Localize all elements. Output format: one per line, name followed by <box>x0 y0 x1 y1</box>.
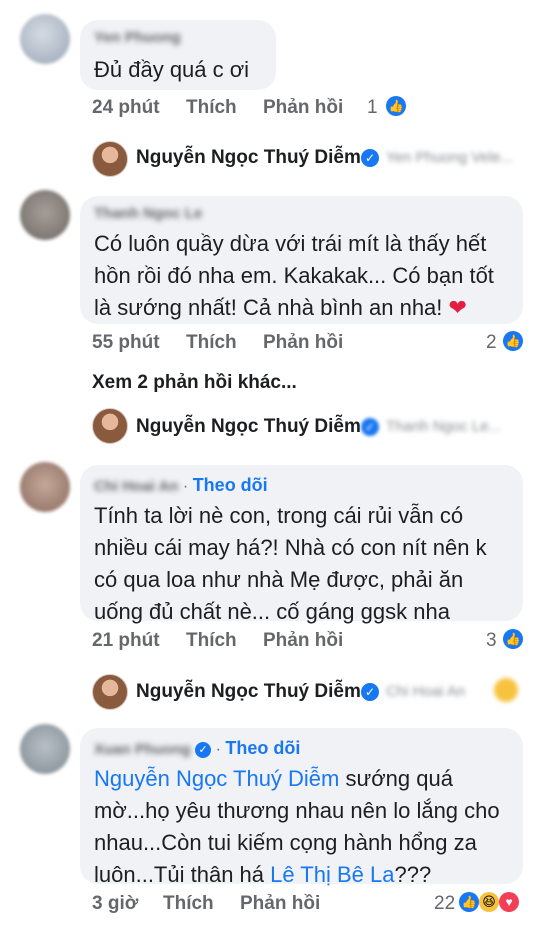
reply-button[interactable]: Phản hồi <box>263 630 343 652</box>
comment-text: Nguyễn Ngọc Thuý Diễm sướng quá mờ...họ … <box>94 766 500 887</box>
like-button[interactable]: Thích <box>186 332 237 354</box>
haha-reaction-icon: 😆 <box>479 892 499 912</box>
verified-badge-icon: ✓ <box>361 149 379 167</box>
reply-preview[interactable]: Chi Hoai An <box>386 683 465 700</box>
reply-button[interactable]: Phản hồi <box>263 332 343 354</box>
reaction-count[interactable]: 22 <box>434 893 455 915</box>
comment-bubble: Yen Phuong Đủ đầy quá c ơi <box>80 20 276 90</box>
mention-link[interactable]: Nguyễn Ngọc Thuý Diễm <box>94 766 339 791</box>
avatar[interactable] <box>92 674 128 710</box>
like-reaction-icon: 👍 <box>503 629 523 649</box>
reply-preview[interactable]: Thanh Ngoc Le... <box>386 418 501 435</box>
comment-text: Có luôn quầy dừa với trái mít là thấy hế… <box>94 231 494 320</box>
avatar[interactable] <box>20 462 70 512</box>
reaction-count[interactable]: 1 <box>367 97 378 119</box>
like-reaction-icon: 👍 <box>459 892 479 912</box>
like-reaction-icon: 👍 <box>386 96 406 116</box>
commenter-name[interactable]: Xuan Phuong <box>94 741 191 758</box>
reply-button[interactable]: Phản hồi <box>240 893 320 915</box>
mention-link[interactable]: Lê Thị Bê La <box>270 862 394 887</box>
comment-text: Đủ đầy quá c ơi <box>94 57 250 82</box>
follow-button[interactable]: Theo dõi <box>225 738 300 758</box>
love-reaction-icon: ♥ <box>499 892 519 912</box>
comment-time: 24 phút <box>92 97 160 118</box>
emoji-icon <box>494 678 518 702</box>
avatar[interactable] <box>92 141 128 177</box>
reply-preview[interactable]: Yen Phuong Vele... <box>386 149 513 166</box>
reply-author[interactable]: Nguyễn Ngọc Thuý Diễm <box>136 416 361 438</box>
like-button[interactable]: Thích <box>186 630 237 652</box>
reply-button[interactable]: Phản hồi <box>263 97 343 119</box>
avatar[interactable] <box>20 190 70 240</box>
comment-bubble: Xuan Phuong ✓ · Theo dõi Nguyễn Ngọc Thu… <box>80 728 523 887</box>
heart-emoji-icon: ❤ <box>448 295 467 320</box>
like-button[interactable]: Thích <box>186 97 237 119</box>
view-more-replies-link[interactable]: Xem 2 phản hồi khác... <box>92 372 297 394</box>
reply-author[interactable]: Nguyễn Ngọc Thuý Diễm <box>136 147 361 169</box>
comment-time: 55 phút <box>92 332 160 353</box>
avatar[interactable] <box>20 14 70 64</box>
commenter-name[interactable]: Yen Phuong <box>94 29 181 46</box>
like-reaction-icon: 👍 <box>503 331 523 351</box>
follow-button[interactable]: Theo dõi <box>193 475 268 495</box>
verified-badge-icon: ✓ <box>361 418 379 436</box>
commenter-name[interactable]: Thanh Ngoc Le <box>94 205 202 222</box>
reply-author[interactable]: Nguyễn Ngọc Thuý Diễm <box>136 681 361 703</box>
reaction-count[interactable]: 3 <box>486 630 497 652</box>
avatar[interactable] <box>92 408 128 444</box>
comment-bubble: Chi Hoai An · Theo dõi Tính ta lời nè co… <box>80 465 523 624</box>
comment-text: Tính ta lời nè con, trong cái rủi vẫn có… <box>94 503 487 624</box>
avatar[interactable] <box>20 724 70 774</box>
comment-time: 3 giờ <box>92 893 139 914</box>
verified-badge-icon: ✓ <box>361 683 379 701</box>
like-button[interactable]: Thích <box>163 893 214 915</box>
comment-time: 21 phút <box>92 630 160 651</box>
comment-bubble: Thanh Ngoc Le Có luôn quầy dừa với trái … <box>80 196 523 324</box>
verified-badge-icon: ✓ <box>195 741 212 758</box>
commenter-name[interactable]: Chi Hoai An <box>94 478 178 495</box>
reaction-count[interactable]: 2 <box>486 332 497 354</box>
